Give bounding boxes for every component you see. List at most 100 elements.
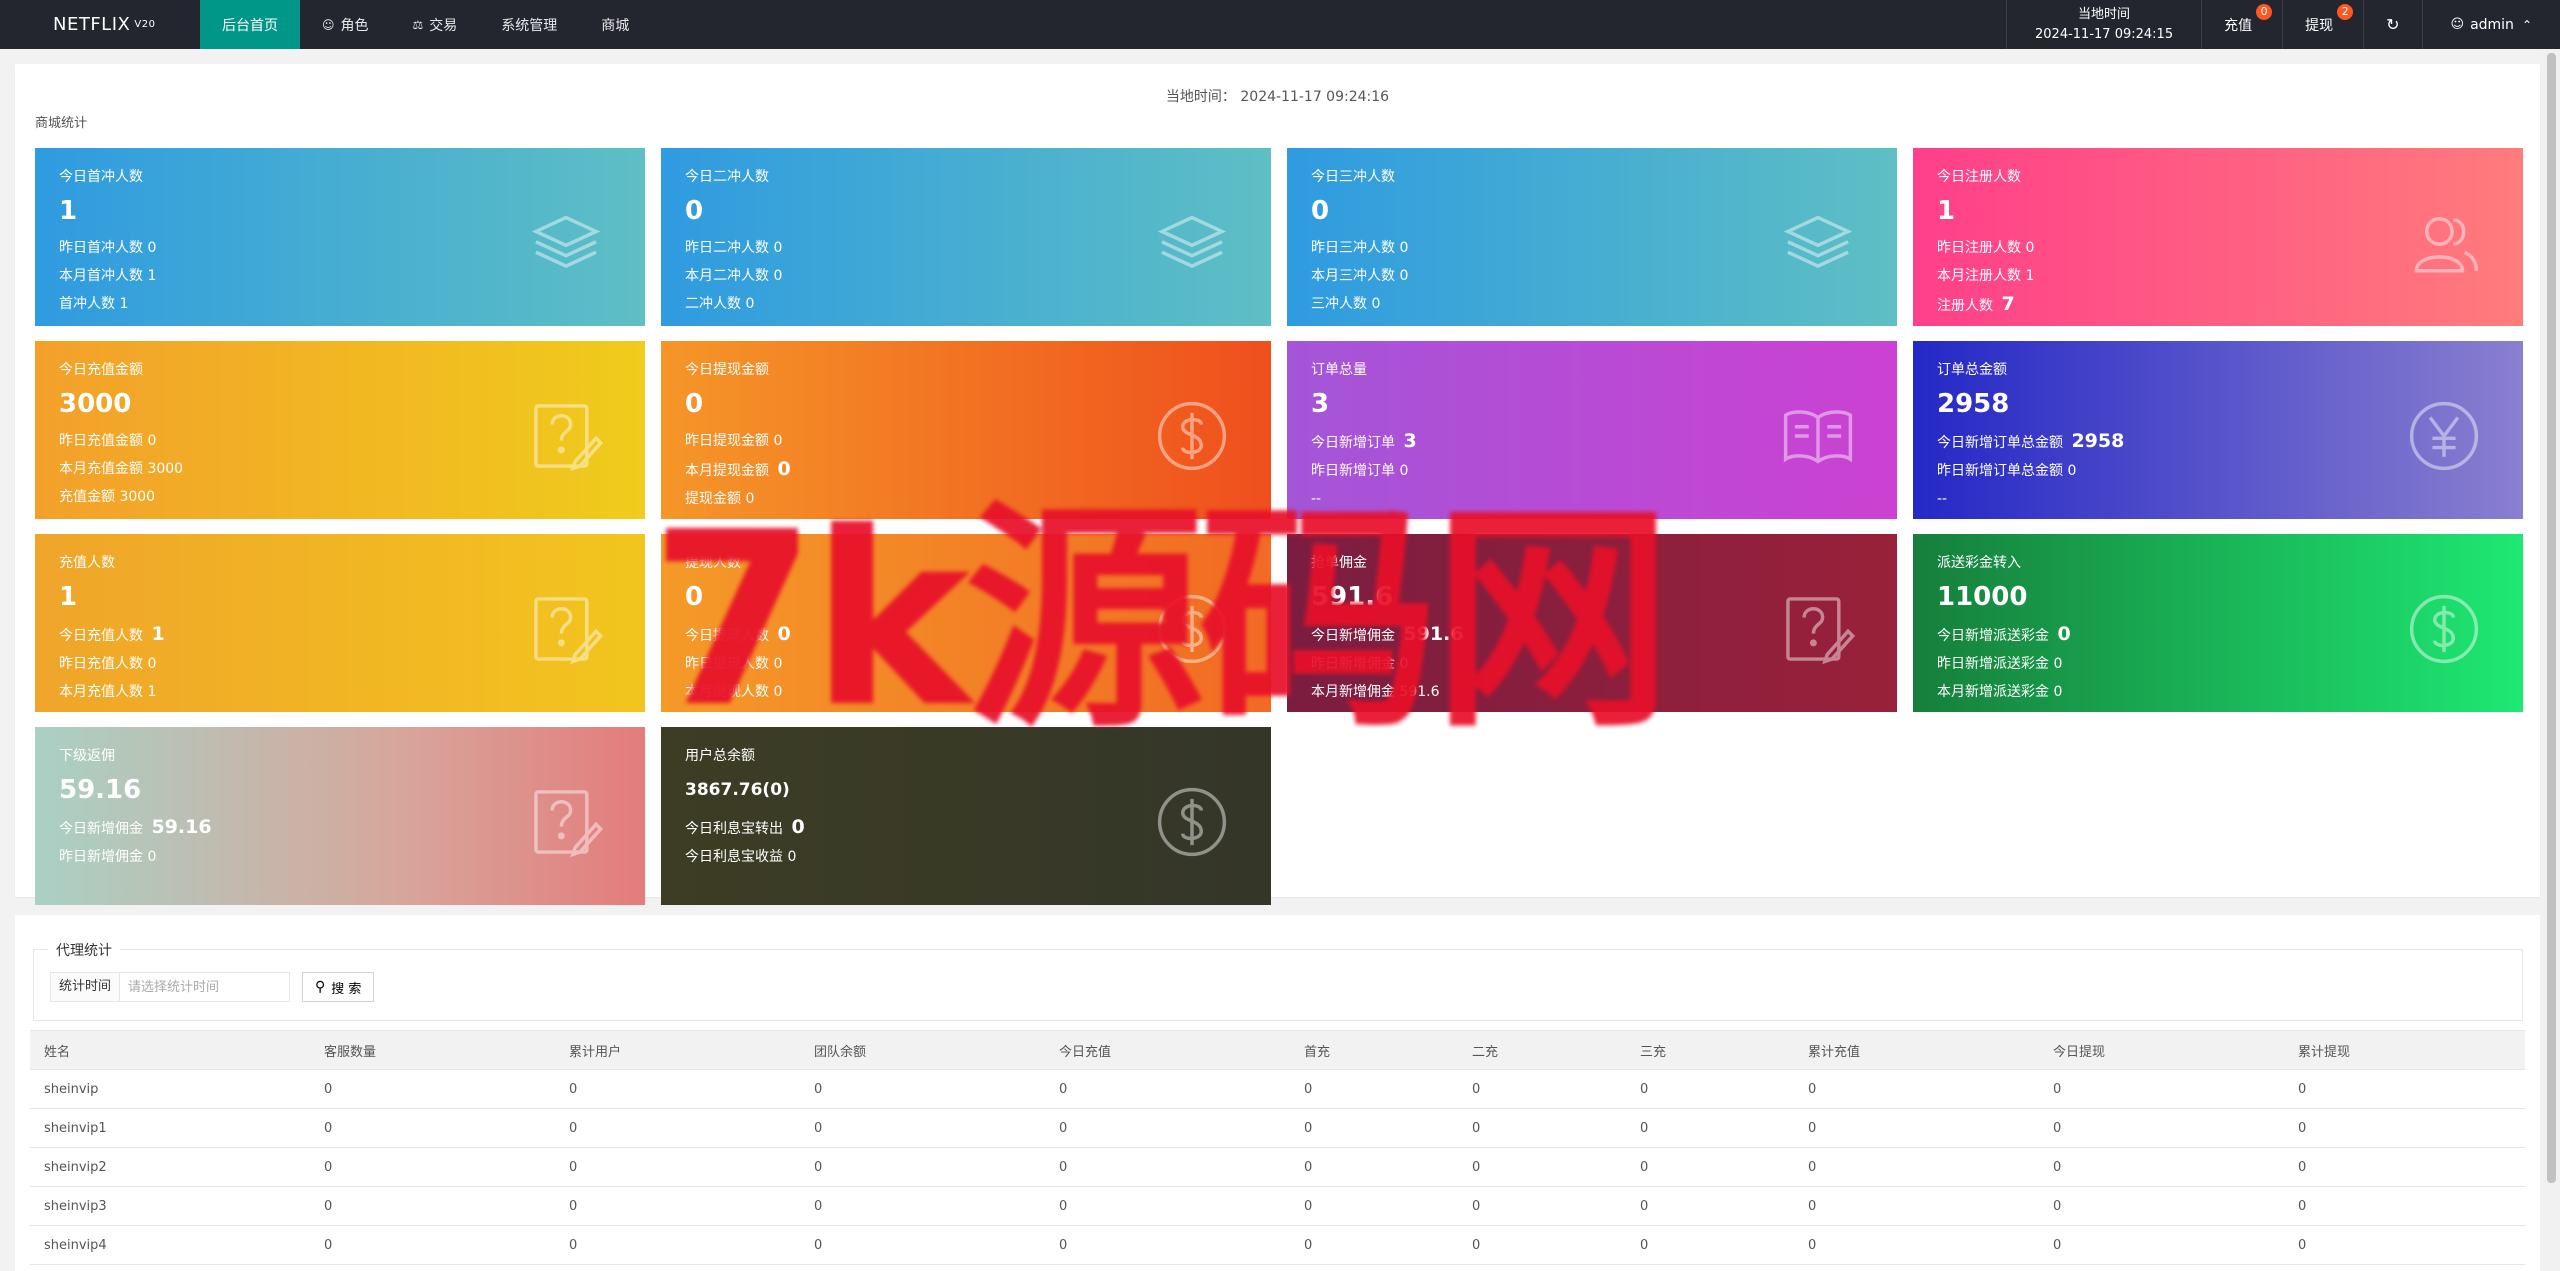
agent-name-cell: sheinvip2 <box>30 1147 310 1187</box>
stat-card-title: 订单总量 <box>1311 362 1367 378</box>
stat-line-label: -- <box>1937 491 1948 507</box>
users-icon <box>2407 206 2481 280</box>
table-cell: 0 <box>1626 1069 1794 1109</box>
table-cell: 0 <box>1458 1186 1626 1226</box>
agent-name-cell: sheinvip1 <box>30 1108 310 1148</box>
table-cell: 0 <box>2284 1147 2525 1187</box>
nav-system[interactable]: 系统管理 <box>479 0 579 49</box>
column-header[interactable]: 二充 <box>1458 1030 1626 1070</box>
table-cell: 0 <box>1458 1108 1626 1148</box>
stat-line-value: 0 <box>2057 623 2071 645</box>
stat-line-label: 今日新增订单总金额 <box>1937 435 2063 451</box>
layers-icon <box>1781 206 1855 280</box>
refresh-icon: ↻ <box>2386 15 2400 34</box>
nav-shop[interactable]: 商城 <box>579 0 651 49</box>
stat-card: 今日充值金额 3000 昨日充值金额 0 本月充值金额 3000 充值金额 3000 <box>35 341 645 519</box>
search-button-label: 搜 索 <box>331 981 362 997</box>
header-time: 当地时间 2024-11-17 09:24:15 <box>2006 0 2201 49</box>
nav-trade-label: 交易 <box>429 17 458 34</box>
user-name: admin <box>2470 16 2514 33</box>
column-header[interactable]: 累计提现 <box>2284 1030 2525 1070</box>
stat-line-value: 7 <box>2001 293 2015 315</box>
stat-card-line: 本月充值人数 1 <box>59 678 621 706</box>
column-header[interactable]: 姓名 <box>30 1030 310 1070</box>
date-range-input[interactable] <box>120 972 291 1002</box>
stat-card: 今日二冲人数 0 昨日二冲人数 0 本月二冲人数 0 二冲人数 0 <box>661 148 1271 326</box>
stat-line-value: 0 <box>2025 240 2035 256</box>
agent-table: 姓名 客服数量 累计用户 团队余额 今日充值 首充 二充 三充 累计充值 今日提现 累计提现 she… <box>30 1030 2525 1265</box>
column-header[interactable]: 首充 <box>1290 1030 1458 1070</box>
stat-card: 下级返佣 59.16 今日新增佣金 59.16 昨日新增佣金 0 <box>35 727 645 905</box>
column-header[interactable]: 三充 <box>1626 1030 1794 1070</box>
stat-line-label: 昨日新增订单总金额 <box>1937 463 2063 479</box>
table-cell: 0 <box>1626 1147 1794 1187</box>
stat-line-label: 昨日新增佣金 <box>59 849 143 865</box>
table-body: sheinvip 0 0 0 0 0 0 0 0 0 0 sheinvip1 0 0 0 0 0 0 0 0 0 0 she… <box>30 1069 2525 1265</box>
table-cell: 0 <box>1794 1225 2039 1265</box>
scale-icon: ⚖ <box>412 17 424 32</box>
withdraw-button[interactable]: 提现 2 <box>2282 0 2363 49</box>
stat-line-value: 1 <box>2025 268 2035 284</box>
agent-legend: 代理统计 <box>48 940 120 960</box>
stat-card-title: 今日首冲人数 <box>59 169 143 185</box>
table-cell: 0 <box>1794 1147 2039 1187</box>
column-header[interactable]: 团队余额 <box>800 1030 1045 1070</box>
stat-card: 派送彩金转入 11000 今日新增派送彩金 0 昨日新增派送彩金 0 本月新增派送彩金 … <box>1913 534 2523 712</box>
table-cell: 0 <box>310 1147 555 1187</box>
logo[interactable]: NETFLIX V20 <box>0 0 200 49</box>
dollar-icon <box>1155 785 1229 859</box>
stat-card-title: 订单总金额 <box>1937 362 2007 378</box>
table-cell: 0 <box>1626 1225 1794 1265</box>
stat-line-label: 今日新增订单 <box>1311 435 1395 451</box>
stat-line-label: 昨日注册人数 <box>1937 240 2021 256</box>
refresh-button[interactable]: ↻ <box>2363 0 2421 49</box>
stat-card: 今日注册人数 1 昨日注册人数 0 本月注册人数 1 注册人数 7 <box>1913 148 2523 326</box>
table-header-row: 姓名 客服数量 累计用户 团队余额 今日充值 首充 二充 三充 累计充值 今日提现 累计提现 <box>30 1030 2525 1070</box>
user-icon: ☺ <box>322 17 335 32</box>
stat-line-label: 本月首冲人数 <box>59 268 143 284</box>
table-cell: 0 <box>800 1108 1045 1148</box>
table-cell: 0 <box>2284 1108 2525 1148</box>
nav-system-label: 系统管理 <box>501 17 558 34</box>
user-icon: ☺ <box>2450 17 2465 32</box>
stat-line-label: 昨日三冲人数 <box>1311 240 1395 256</box>
stat-line-value: 0 <box>2067 463 2077 479</box>
table-cell: 0 <box>2039 1108 2284 1148</box>
nav-shop-label: 商城 <box>601 17 630 34</box>
recharge-button[interactable]: 充值 0 <box>2201 0 2282 49</box>
nav-roles[interactable]: ☺ 角色 <box>300 0 391 49</box>
column-header[interactable]: 今日充值 <box>1045 1030 1290 1070</box>
stat-line-value: 59.16 <box>151 816 212 838</box>
column-header[interactable]: 今日提现 <box>2039 1030 2284 1070</box>
stat-line-value: 0 <box>2053 656 2063 672</box>
stat-card-title: 今日注册人数 <box>1937 169 2021 185</box>
search-button[interactable]: ⚲ 搜 索 <box>302 972 375 1002</box>
table-cell: 0 <box>310 1108 555 1148</box>
table-cell: 0 <box>1290 1186 1458 1226</box>
top-bar: NETFLIX V20 后台首页 ☺ 角色 ⚖ 交易 系统管理 商城 当地时间 202… <box>0 0 2560 49</box>
agent-name-cell: sheinvip4 <box>30 1225 310 1265</box>
nav-home[interactable]: 后台首页 <box>200 0 300 49</box>
nav-trade[interactable]: ⚖ 交易 <box>391 0 480 49</box>
stat-line-value: 1 <box>151 623 165 645</box>
stat-card-line: 首冲人数 1 <box>59 290 621 318</box>
edit-help-icon <box>529 592 604 666</box>
table-cell: 0 <box>800 1069 1045 1109</box>
table-cell: 0 <box>1794 1108 2039 1148</box>
user-menu[interactable]: ☺ admin ⌃ <box>2421 0 2560 49</box>
nav-home-label: 后台首页 <box>222 17 278 34</box>
stat-line-label: 今日新增派送彩金 <box>1937 628 2049 644</box>
stat-card-line: 三冲人数 0 <box>1311 290 1873 318</box>
column-header[interactable]: 客服数量 <box>310 1030 555 1070</box>
stat-line-value: 0 <box>2053 684 2063 700</box>
stat-card-line: -- <box>1937 485 2499 513</box>
column-header[interactable]: 累计用户 <box>555 1030 800 1070</box>
stat-line-value: 0 <box>791 816 805 838</box>
top-right: 当地时间 2024-11-17 09:24:15 充值 0 提现 2 ↻ ☺ a… <box>2006 0 2560 49</box>
scrollbar-thumb[interactable] <box>2547 53 2556 1183</box>
table-cell: 0 <box>800 1186 1045 1226</box>
table-cell: 0 <box>1794 1069 2039 1109</box>
agent-name-cell: sheinvip3 <box>30 1186 310 1226</box>
column-header[interactable]: 累计充值 <box>1794 1030 2039 1070</box>
page-scrollbar[interactable] <box>2543 49 2560 1271</box>
